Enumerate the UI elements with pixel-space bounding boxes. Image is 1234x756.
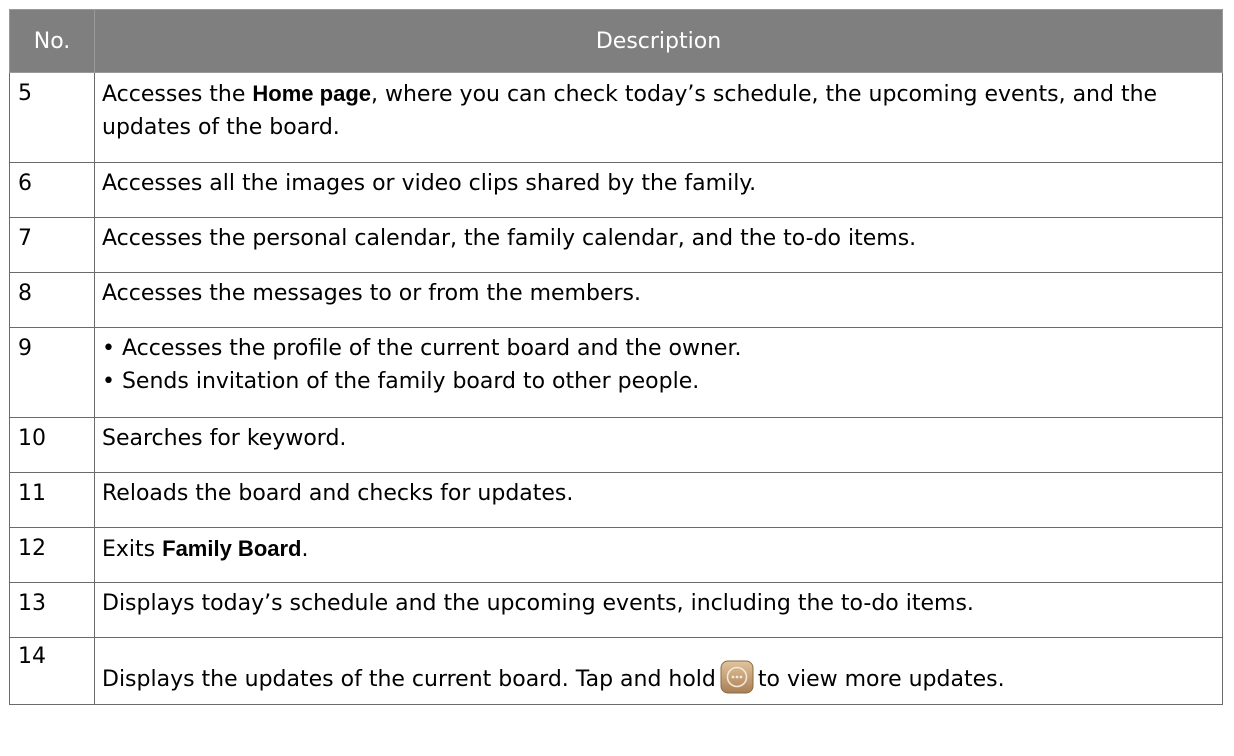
row-description: Displays the updates of the current boar… bbox=[94, 637, 1223, 705]
row-description: Searches for keyword. bbox=[94, 417, 1223, 473]
bullet-item: • Sends invitation of the family board t… bbox=[102, 369, 700, 394]
table-header-row: No. Description bbox=[9, 9, 1223, 73]
desc-text: Displays the updates of the current boar… bbox=[102, 667, 716, 692]
row-description: Accesses the personal calendar, the fami… bbox=[94, 217, 1223, 273]
table-row: 8 Accesses the messages to or from the m… bbox=[9, 272, 1223, 328]
bullet-item: • Accesses the profile of the current bo… bbox=[102, 336, 742, 361]
desc-text: Accesses the bbox=[102, 82, 253, 107]
row-number: 7 bbox=[9, 217, 95, 273]
desc-text: . bbox=[301, 537, 309, 562]
row-number: 8 bbox=[9, 272, 95, 328]
row-number: 12 bbox=[9, 527, 95, 583]
row-description: • Accesses the profile of the current bo… bbox=[94, 327, 1223, 418]
table-row: 9 • Accesses the profile of the current … bbox=[9, 327, 1223, 418]
desc-bold-text: Home page bbox=[252, 81, 371, 106]
row-number: 14 bbox=[9, 637, 95, 705]
row-number: 9 bbox=[9, 327, 95, 418]
header-no: No. bbox=[9, 9, 95, 73]
table-row: 12 Exits Family Board. bbox=[9, 527, 1223, 583]
row-description: Reloads the board and checks for updates… bbox=[94, 472, 1223, 528]
description-table: No. Description 5 Accesses the Home page… bbox=[9, 9, 1223, 705]
row-description: Exits Family Board. bbox=[94, 527, 1223, 583]
desc-text: Exits bbox=[102, 537, 163, 562]
desc-bold-text: Family Board bbox=[162, 536, 302, 561]
table-row: 11 Reloads the board and checks for upda… bbox=[9, 472, 1223, 528]
desc-text: to view more updates. bbox=[757, 667, 1005, 692]
row-number: 11 bbox=[9, 472, 95, 528]
more-updates-icon bbox=[720, 660, 754, 694]
row-description: Accesses the Home page, where you can ch… bbox=[94, 72, 1223, 163]
row-description: Accesses the messages to or from the mem… bbox=[94, 272, 1223, 328]
more-updates-icon-graphic bbox=[720, 660, 754, 694]
row-description: Displays today’s schedule and the upcomi… bbox=[94, 582, 1223, 638]
row-number: 5 bbox=[9, 72, 95, 163]
row-description: Accesses all the images or video clips s… bbox=[94, 162, 1223, 218]
table-row: 10 Searches for keyword. bbox=[9, 417, 1223, 473]
table-row: 7 Accesses the personal calendar, the fa… bbox=[9, 217, 1223, 273]
table-row: 5 Accesses the Home page, where you can … bbox=[9, 72, 1223, 163]
row-number: 13 bbox=[9, 582, 95, 638]
header-description: Description bbox=[94, 9, 1223, 73]
table-row: 14 Displays the updates of the current b… bbox=[9, 637, 1223, 705]
table-row: 6 Accesses all the images or video clips… bbox=[9, 162, 1223, 218]
row-number: 6 bbox=[9, 162, 95, 218]
table-row: 13 Displays today’s schedule and the upc… bbox=[9, 582, 1223, 638]
row-number: 10 bbox=[9, 417, 95, 473]
